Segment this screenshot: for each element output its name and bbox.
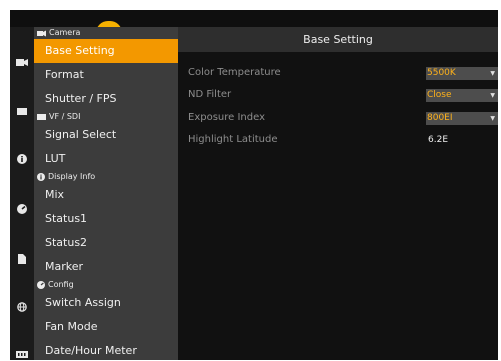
select-value: 800EI bbox=[427, 113, 453, 123]
group-header-camera: Camera bbox=[34, 27, 178, 39]
menu-item-shutter-fps[interactable]: Shutter / FPS bbox=[34, 87, 178, 111]
globe-icon[interactable] bbox=[14, 300, 30, 314]
menu-item-switch-assign[interactable]: Switch Assign bbox=[34, 291, 178, 315]
group-label: Config bbox=[48, 280, 74, 289]
menu-item-fan-mode[interactable]: Fan Mode bbox=[34, 315, 178, 339]
setting-label: Exposure Index bbox=[188, 112, 266, 123]
gauge-icon[interactable] bbox=[14, 202, 30, 216]
setting-label: ND Filter bbox=[188, 89, 232, 100]
menu-item-marker[interactable]: Marker bbox=[34, 255, 178, 279]
info-icon[interactable] bbox=[14, 152, 30, 166]
setting-row-exposure-index: Exposure Index 800EI ▼ bbox=[188, 109, 498, 127]
dropdown-caret-icon: ▼ bbox=[490, 115, 495, 122]
camera-menu-window: Camera Base Setting Format Shutter / FPS… bbox=[10, 10, 498, 360]
menu-item-mix[interactable]: Mix bbox=[34, 183, 178, 207]
select-value: Close bbox=[427, 90, 452, 100]
setting-row-nd-filter: ND Filter Close ▼ bbox=[188, 86, 498, 104]
group-label: Camera bbox=[49, 28, 81, 37]
menu-item-format[interactable]: Format bbox=[34, 63, 178, 87]
menu-item-lut[interactable]: LUT bbox=[34, 147, 178, 171]
group-header-vf-sdi: VF / SDI bbox=[34, 111, 178, 123]
menu-item-base-setting[interactable]: Base Setting bbox=[34, 39, 178, 63]
camera-icon bbox=[37, 30, 46, 37]
setting-row-color-temperature: Color Temperature 5500K ▼ bbox=[188, 64, 498, 82]
camera-icon[interactable] bbox=[14, 55, 30, 69]
group-label: VF / SDI bbox=[49, 112, 81, 121]
top-bar bbox=[10, 10, 498, 27]
info-icon bbox=[37, 173, 45, 181]
setting-row-highlight-latitude: Highlight Latitude 6.2E bbox=[188, 131, 494, 149]
monitor-icon bbox=[37, 114, 46, 120]
page-title: Base Setting bbox=[178, 27, 498, 52]
menu-item-status2[interactable]: Status2 bbox=[34, 231, 178, 255]
menu-item-date-hour-meter[interactable]: Date/Hour Meter bbox=[34, 339, 178, 360]
document-icon[interactable] bbox=[14, 252, 30, 266]
menu-item-status1[interactable]: Status1 bbox=[34, 207, 178, 231]
setting-label: Color Temperature bbox=[188, 67, 281, 78]
monitor-icon[interactable] bbox=[14, 105, 30, 119]
gauge-icon bbox=[37, 281, 45, 289]
memory-card-icon[interactable] bbox=[14, 347, 30, 360]
setting-label: Highlight Latitude bbox=[188, 134, 278, 145]
select-value: 5500K bbox=[427, 68, 456, 78]
highlight-latitude-value: 6.2E bbox=[428, 135, 448, 145]
exposure-index-select[interactable]: 800EI ▼ bbox=[426, 112, 498, 125]
menu-item-signal-select[interactable]: Signal Select bbox=[34, 123, 178, 147]
group-header-display-info: Display Info bbox=[34, 171, 178, 183]
group-label: Display Info bbox=[48, 172, 96, 181]
icon-rail bbox=[10, 27, 34, 360]
nd-filter-select[interactable]: Close ▼ bbox=[426, 89, 498, 102]
color-temperature-select[interactable]: 5500K ▼ bbox=[426, 67, 498, 80]
dropdown-caret-icon: ▼ bbox=[490, 92, 495, 99]
detail-panel: Base Setting Color Temperature 5500K ▼ N… bbox=[178, 27, 498, 360]
group-header-config: Config bbox=[34, 279, 178, 291]
settings-menu: Camera Base Setting Format Shutter / FPS… bbox=[34, 27, 178, 360]
dropdown-caret-icon: ▼ bbox=[490, 70, 495, 77]
